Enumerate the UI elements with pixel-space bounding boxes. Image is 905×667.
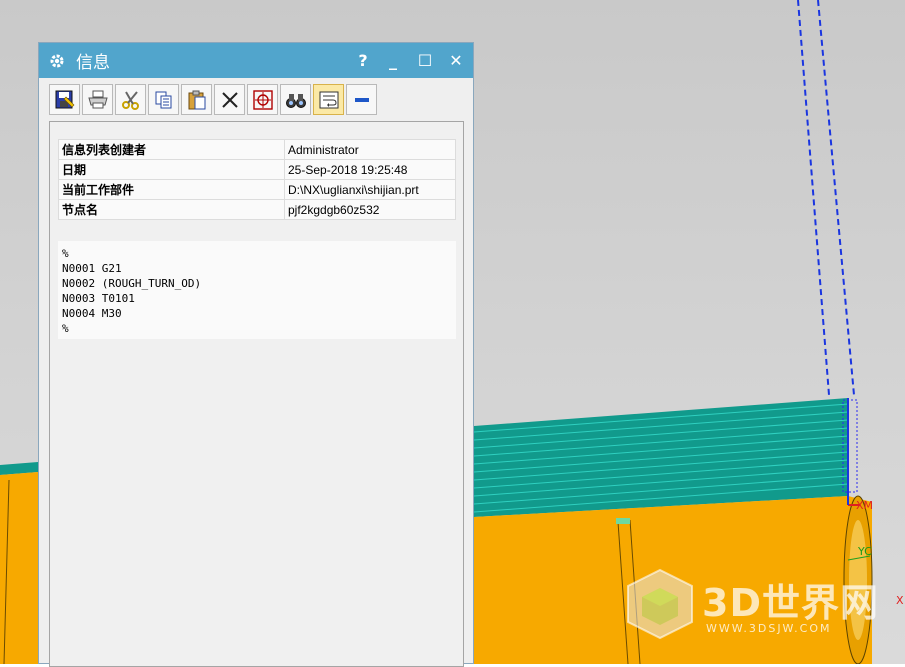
copy-icon <box>155 91 171 108</box>
info-key: 日期 <box>58 159 285 180</box>
cut-icon <box>121 90 139 110</box>
find-button[interactable] <box>280 84 311 115</box>
cut-button[interactable] <box>115 84 146 115</box>
toolpath-dashed-line <box>817 0 855 396</box>
paste-icon <box>188 90 205 109</box>
code-line: N0004 M30 <box>62 307 122 320</box>
paste-button[interactable] <box>181 84 212 115</box>
binoculars-icon <box>285 93 306 108</box>
info-key: 当前工作部件 <box>58 179 285 200</box>
info-key: 信息列表创建者 <box>58 139 285 160</box>
minimize-window-button[interactable]: _ <box>379 43 407 78</box>
info-value: Administrator <box>284 139 456 160</box>
axis-label-x: X <box>896 594 904 607</box>
information-dialog: 信息 ? _ ☐ ✕ 信息列表创建者 Administrator 日期 25-S… <box>38 42 474 667</box>
wrap-text-icon <box>319 91 338 108</box>
identify-button[interactable] <box>247 84 278 115</box>
axis-label-yc: YC <box>858 545 872 558</box>
gear-icon[interactable] <box>48 52 66 70</box>
help-button[interactable]: ? <box>349 43 377 78</box>
wrap-text-button[interactable] <box>313 84 344 115</box>
part-left <box>0 472 38 664</box>
info-table: 信息列表创建者 Administrator 日期 25-Sep-2018 19:… <box>58 139 456 220</box>
code-line: N0002 (ROUGH_TURN_OD) <box>62 277 202 290</box>
collapse-button[interactable] <box>346 84 377 115</box>
save-button[interactable] <box>49 84 80 115</box>
print-icon <box>87 90 108 108</box>
code-line: % <box>62 247 69 260</box>
info-value: D:\NX\uglianxi\shijian.prt <box>284 179 456 200</box>
dialog-toolbar <box>49 84 377 116</box>
info-value: pjf2kgdgb60z532 <box>284 199 456 220</box>
table-row: 节点名 pjf2kgdgb60z532 <box>58 199 456 220</box>
close-window-button[interactable]: ✕ <box>442 43 470 78</box>
code-line: N0001 G21 <box>62 262 122 275</box>
save-icon <box>55 90 74 108</box>
watermark: 3D世界网 WWW.3DSJW.COM <box>622 566 892 644</box>
dialog-titlebar[interactable]: 信息 ? _ ☐ ✕ <box>39 43 473 78</box>
toolpath-dashed-line <box>797 0 830 396</box>
code-line: N0003 T0101 <box>62 292 135 305</box>
nc-code-block[interactable]: % N0001 G21 N0002 (ROUGH_TURN_OD) N0003 … <box>58 241 456 339</box>
code-line: % <box>62 322 69 335</box>
print-button[interactable] <box>82 84 113 115</box>
minimize-icon <box>354 97 369 102</box>
table-row: 信息列表创建者 Administrator <box>58 139 456 160</box>
watermark-cube-icon <box>627 568 693 640</box>
target-icon <box>252 89 273 110</box>
info-value: 25-Sep-2018 19:25:48 <box>284 159 456 180</box>
axis-label-xm: XM <box>856 499 874 512</box>
copy-button[interactable] <box>148 84 179 115</box>
table-row: 日期 25-Sep-2018 19:25:48 <box>58 159 456 180</box>
watermark-text: 3D世界网 <box>702 581 879 625</box>
info-content-pane[interactable]: 信息列表创建者 Administrator 日期 25-Sep-2018 19:… <box>49 121 464 667</box>
info-key: 节点名 <box>58 199 285 220</box>
watermark-url: WWW.3DSJW.COM <box>706 622 832 635</box>
maximize-window-button[interactable]: ☐ <box>411 43 439 78</box>
table-row: 当前工作部件 D:\NX\uglianxi\shijian.prt <box>58 179 456 200</box>
delete-button[interactable] <box>214 84 245 115</box>
dialog-title: 信息 <box>76 53 110 73</box>
delete-icon <box>221 91 238 108</box>
part-marker <box>616 518 630 524</box>
